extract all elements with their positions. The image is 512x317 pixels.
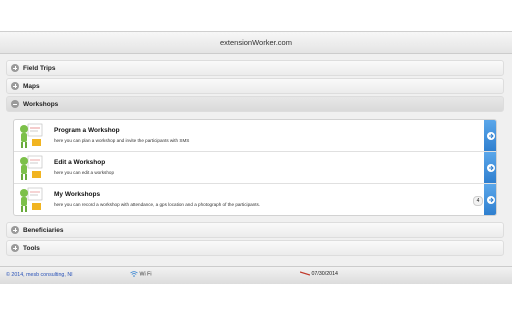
wifi-icon (130, 271, 138, 277)
section-label: Tools (23, 245, 40, 252)
count-badge: 4 (473, 196, 483, 206)
list-item-program-workshop[interactable]: Program a Workshop here you can plan a w… (14, 120, 496, 152)
section-beneficiaries[interactable]: Beneficiaries (6, 222, 504, 238)
section-label: Field Trips (23, 65, 56, 72)
app-window: extensionWorker.com Field Trips Maps Wor… (0, 31, 512, 284)
item-description: here you can record a workshop with atte… (54, 202, 261, 207)
workshops-list: Program a Workshop here you can plan a w… (13, 119, 497, 216)
list-item-my-workshops[interactable]: My Workshops here you can record a works… (14, 184, 496, 215)
arrow-right-icon (487, 132, 495, 140)
workshop-figure-icon (20, 123, 43, 148)
app-title: extensionWorker.com (0, 32, 512, 54)
open-program-workshop-button[interactable] (484, 120, 496, 151)
list-item-edit-workshop[interactable]: Edit a Workshop here you can edit a work… (14, 152, 496, 184)
section-workshops[interactable]: Workshops (6, 96, 504, 112)
item-title: Program a Workshop (54, 127, 120, 134)
signal-bar-icon (299, 271, 311, 276)
expand-plus-icon (11, 244, 19, 252)
collapse-minus-icon (11, 100, 19, 108)
item-title: My Workshops (54, 191, 101, 198)
section-label: Maps (23, 83, 40, 90)
arrow-right-icon (487, 196, 495, 204)
date-label: 07/30/2014 (311, 271, 338, 277)
status-bar: © 2014, mesb consulting, NI Wi Fi 07/30/… (0, 266, 512, 284)
arrow-right-icon (487, 164, 495, 172)
open-my-workshops-button[interactable] (484, 184, 496, 215)
item-description: here you can edit a workshop (54, 170, 115, 175)
section-field-trips[interactable]: Field Trips (6, 60, 504, 76)
expand-plus-icon (11, 64, 19, 72)
section-maps[interactable]: Maps (6, 78, 504, 94)
wifi-status: Wi Fi (130, 271, 152, 277)
open-edit-workshop-button[interactable] (484, 152, 496, 183)
wifi-label: Wi Fi (139, 271, 152, 278)
item-description: here you can plan a workshop and invite … (54, 138, 190, 143)
section-label: Workshops (23, 101, 59, 108)
section-tools[interactable]: Tools (6, 240, 504, 256)
expand-plus-icon (11, 226, 19, 234)
copyright-text: © 2014, mesb consulting, NI (6, 272, 73, 278)
workshop-figure-icon (20, 187, 43, 212)
date-text: 07/30/2014 (299, 271, 338, 277)
expand-plus-icon (11, 82, 19, 90)
section-label: Beneficiaries (23, 227, 64, 234)
workshop-figure-icon (20, 155, 43, 180)
item-title: Edit a Workshop (54, 159, 106, 166)
